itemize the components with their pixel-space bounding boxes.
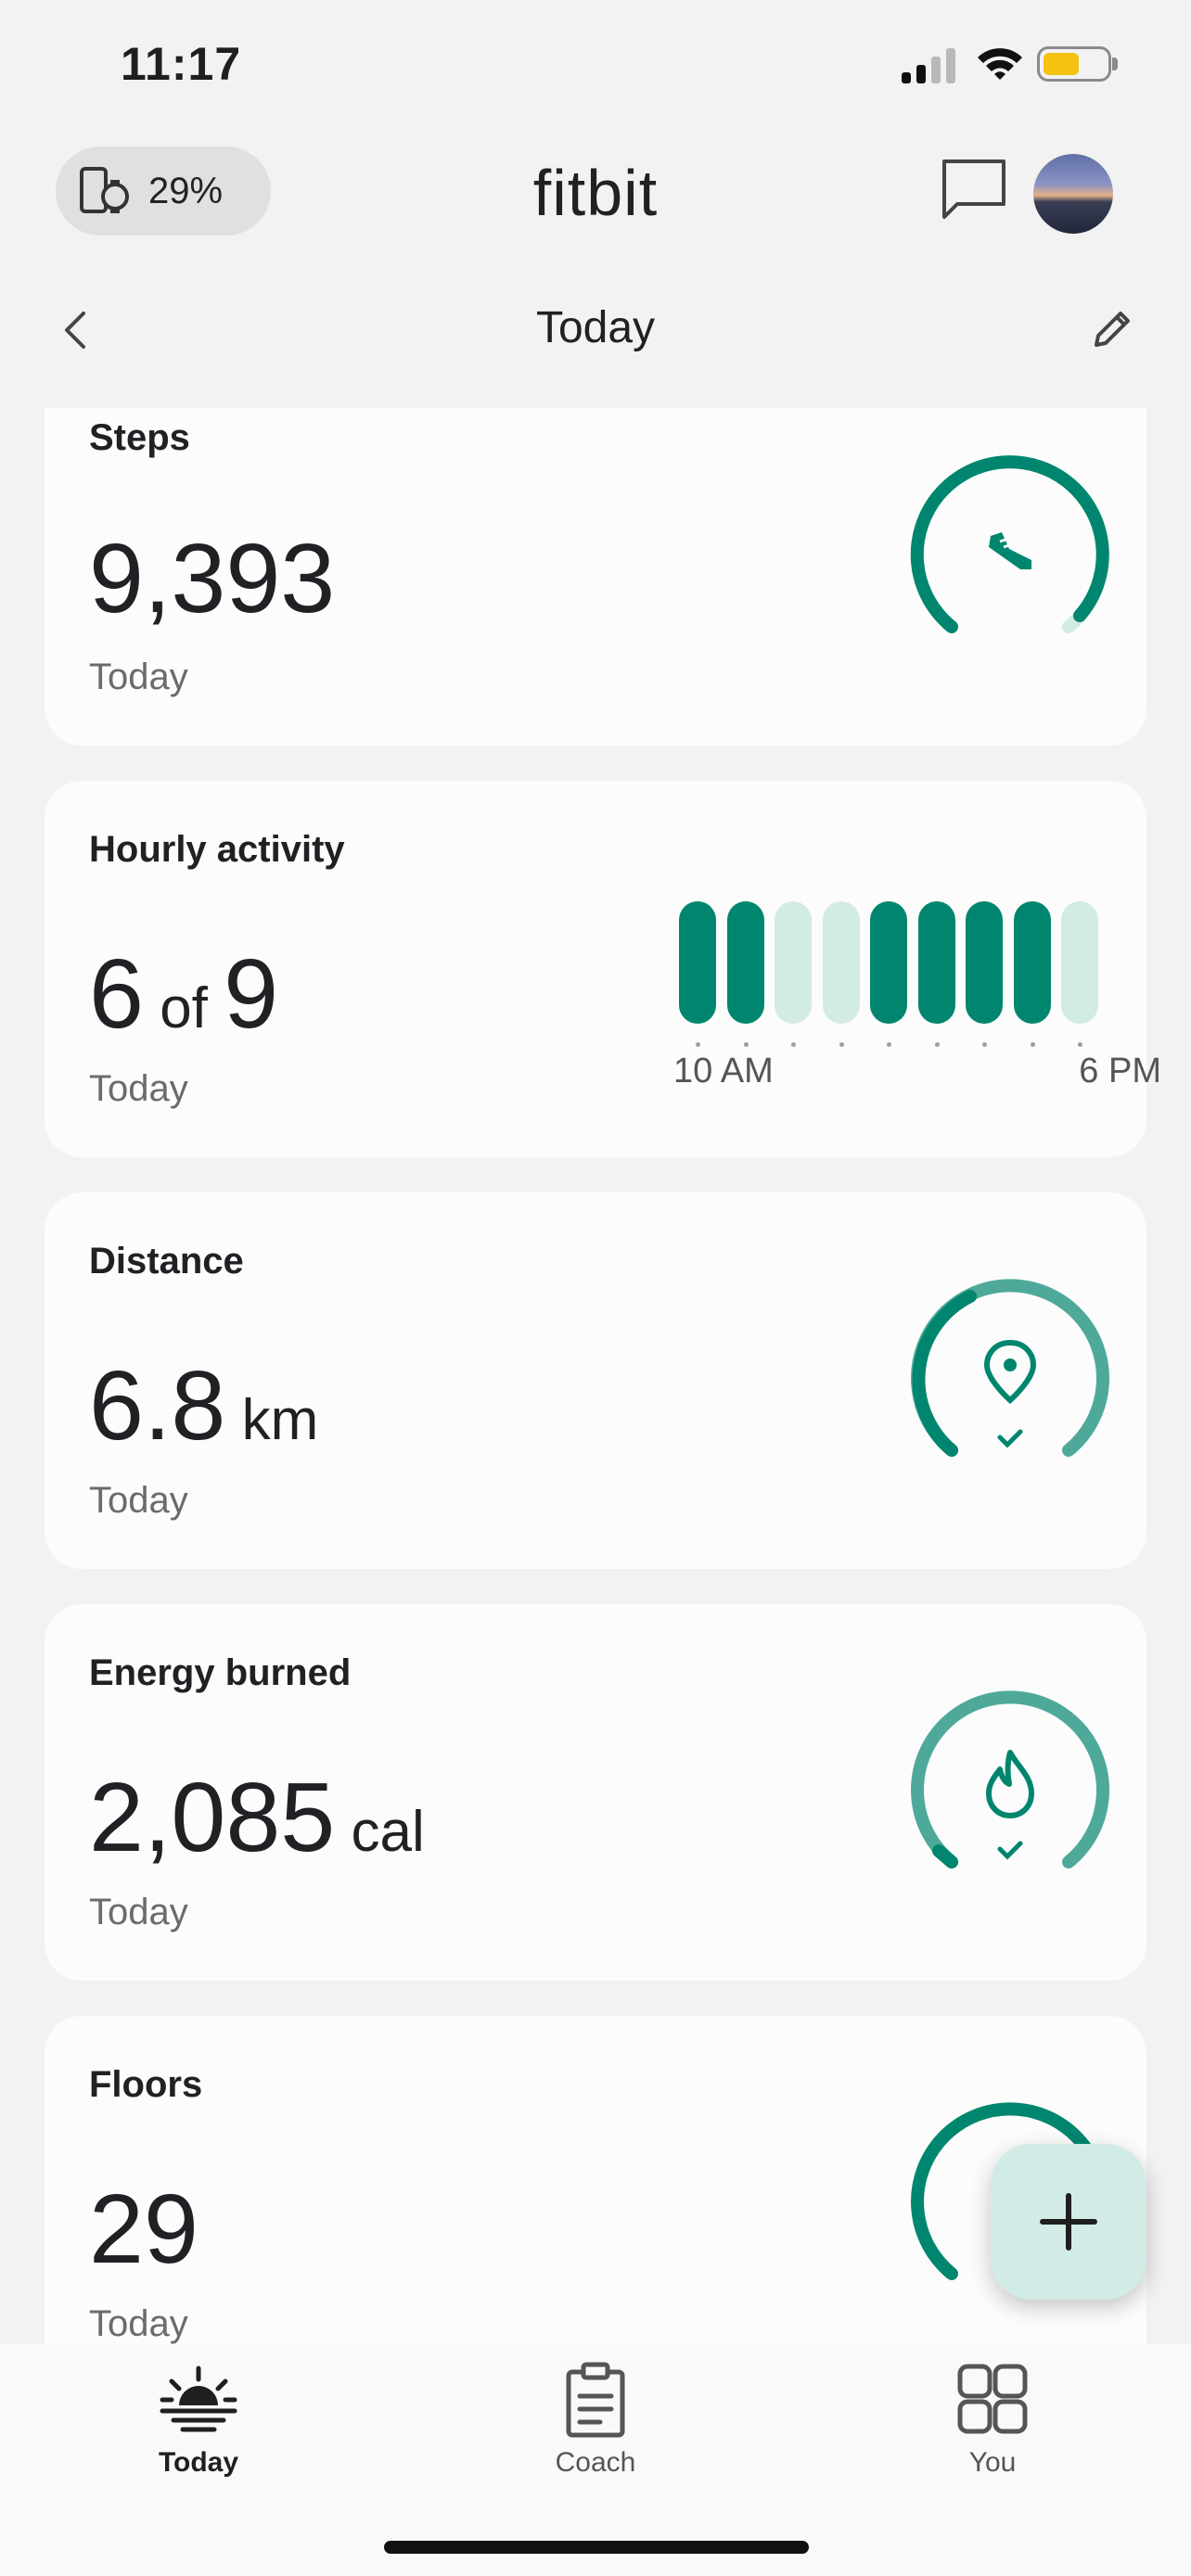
floors-card[interactable]: Floors 29 Today [45, 2016, 1146, 2392]
hour-tick [696, 1042, 700, 1047]
card-subtitle: Today [89, 2303, 188, 2344]
add-fab-button[interactable] [991, 2144, 1146, 2300]
hour-tick [743, 1042, 749, 1047]
hour-tick [934, 1042, 940, 1047]
floors-value: 29 [89, 2174, 198, 2284]
tab-coach-label: Coach [555, 2447, 636, 2478]
card-title: Hourly activity [89, 829, 345, 870]
profile-avatar[interactable] [1033, 154, 1113, 234]
hour-tick [887, 1042, 891, 1047]
card-title: Energy burned [89, 1652, 352, 1693]
clipboard-icon [566, 2362, 625, 2438]
distance-card[interactable]: Distance 6.8 km Today [45, 1192, 1146, 1569]
shoe-icon [989, 532, 1031, 569]
hour-bar [966, 901, 1003, 1024]
tab-you-label: You [968, 2447, 1017, 2478]
flame-icon [986, 1750, 1034, 1818]
status-time: 11:17 [121, 38, 242, 90]
home-indicator [384, 2541, 809, 2554]
tab-you[interactable]: You [881, 2361, 1104, 2479]
energy-unit: cal [351, 1800, 425, 1864]
location-pin-icon [983, 1339, 1037, 1404]
battery-icon [1037, 46, 1111, 82]
grid-icon [957, 2364, 1028, 2434]
hour-bar [679, 901, 716, 1024]
card-title: Steps [89, 417, 190, 458]
energy-card[interactable]: Energy burned 2,085 cal Today [45, 1604, 1146, 1981]
card-subtitle: Today [89, 1480, 188, 1521]
cellular-signal-icon [902, 48, 955, 83]
distance-unit: km [241, 1388, 319, 1452]
hour-tick [1078, 1042, 1082, 1047]
distance-value: 6.8 km [89, 1350, 318, 1462]
hourly-end-label: 6 PM [1079, 1052, 1161, 1090]
battery-tip [1112, 57, 1118, 70]
hour-bar [822, 901, 860, 1024]
card-subtitle: Today [89, 657, 188, 697]
tab-coach[interactable]: Coach [484, 2361, 707, 2479]
distance-progress-ring [911, 1279, 1109, 1457]
hour-tick [982, 1042, 987, 1047]
tab-today-label: Today [158, 2447, 239, 2478]
hour-bar [870, 901, 907, 1024]
messages-icon[interactable] [939, 156, 1009, 223]
goal-check-icon [997, 1841, 1023, 1860]
app-logo: fitbit [532, 157, 659, 229]
steps-card[interactable]: Steps 9,393 Today [45, 408, 1146, 746]
distance-number: 6.8 [89, 1351, 226, 1460]
wifi-icon [978, 48, 1022, 80]
tab-today[interactable]: Today [87, 2361, 310, 2479]
hourly-start-label: 10 AM [673, 1052, 774, 1090]
hour-tick [791, 1042, 796, 1047]
hour-bar [775, 901, 812, 1024]
sunrise-icon [160, 2366, 237, 2432]
card-title: Floors [89, 2064, 203, 2105]
of-text: of [160, 976, 208, 1040]
edit-pencil-icon[interactable] [1089, 306, 1135, 352]
goal-check-icon [997, 1429, 1023, 1448]
hourly-bars-chart: 10 AM 6 PM [673, 901, 1161, 1090]
card-subtitle: Today [89, 1068, 188, 1109]
hourly-activity-card[interactable]: Hourly activity 6 of 9 Today 10 AM 6 PM [45, 781, 1161, 1157]
page-title: Today [535, 303, 656, 352]
hour-bar [1013, 901, 1051, 1024]
energy-progress-ring [911, 1690, 1109, 1868]
card-subtitle: Today [89, 1892, 188, 1932]
hours-met: 6 [89, 939, 144, 1049]
hour-tick [1030, 1042, 1035, 1047]
card-title: Distance [89, 1241, 244, 1282]
energy-value: 2,085 cal [89, 1762, 425, 1874]
steps-progress-ring [910, 455, 1109, 633]
hour-bar [917, 901, 955, 1024]
hour-bar [726, 901, 764, 1024]
hours-goal: 9 [224, 939, 279, 1049]
hourly-value: 6 of 9 [89, 938, 278, 1051]
energy-number: 2,085 [89, 1763, 336, 1872]
hour-bar [1061, 901, 1098, 1024]
steps-value: 9,393 [89, 524, 336, 633]
hour-tick [839, 1042, 844, 1047]
plus-icon [1040, 2193, 1097, 2251]
